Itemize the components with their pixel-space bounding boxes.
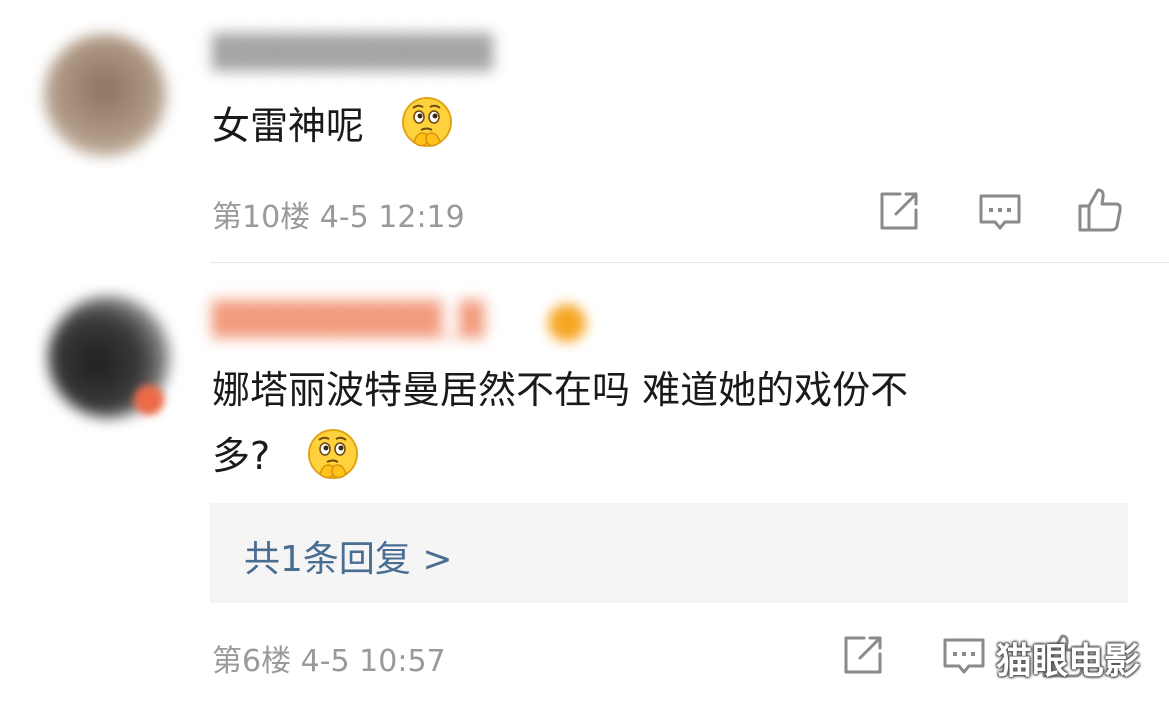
avatar[interactable]: [44, 34, 166, 156]
view-replies-link[interactable]: 共1条回复 >: [244, 530, 453, 582]
floor-number: 第10楼: [212, 200, 311, 235]
floor-number: 第6楼: [212, 644, 292, 679]
comment-meta: 第10楼 4-5 12:19: [212, 192, 465, 236]
comment-text-line: 娜塔丽波特曼居然不在吗 难道她的戏份不: [212, 368, 909, 412]
user-rank-icon: [548, 304, 586, 342]
username[interactable]: ███████████: [212, 33, 494, 71]
divider: [210, 262, 1169, 263]
verified-badge-icon: [134, 385, 164, 415]
comment-icon[interactable]: [940, 632, 988, 680]
share-icon[interactable]: [874, 188, 922, 236]
timestamp: 4-5 10:57: [300, 644, 446, 679]
share-icon[interactable]: [838, 632, 886, 680]
thinking-face-emoji-icon: [306, 428, 360, 482]
watermark: 猫眼电影: [996, 641, 1141, 682]
comment-meta: 第6楼 4-5 10:57: [212, 636, 446, 680]
comment-text: 女雷神呢: [212, 104, 365, 148]
comment-icon[interactable]: [976, 188, 1024, 236]
thinking-face-emoji-icon: [400, 96, 454, 150]
timestamp: 4-5 12:19: [319, 200, 465, 235]
like-icon[interactable]: [1076, 186, 1124, 234]
comment-text-line: 多?: [212, 434, 271, 478]
username[interactable]: █████████_█: [212, 300, 485, 338]
